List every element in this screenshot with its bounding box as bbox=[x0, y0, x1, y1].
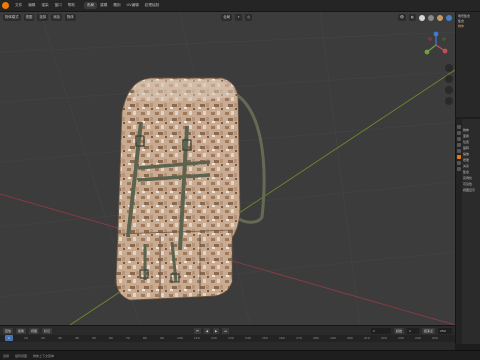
status-hint-context: 物体上下文菜单 bbox=[33, 353, 55, 358]
ruler-tick: 40 bbox=[75, 336, 79, 340]
status-hint-rotate: 旋转视图 bbox=[15, 353, 28, 358]
menu-object[interactable]: 物体 bbox=[64, 14, 76, 21]
menu-view[interactable]: 视图 bbox=[23, 14, 35, 21]
ruler-tick: 20 bbox=[41, 336, 45, 340]
render-tab-icon[interactable] bbox=[457, 131, 461, 135]
outliner-panel: 场景集合 集合 物体 bbox=[455, 12, 480, 117]
ruler-tick: 150 bbox=[262, 336, 268, 340]
menu-select[interactable]: 选择 bbox=[37, 14, 49, 21]
menu-file[interactable]: 文件 bbox=[12, 3, 25, 8]
outliner-row-object[interactable]: 物体 bbox=[456, 24, 480, 29]
scene-tab-icon[interactable] bbox=[457, 143, 461, 147]
viewport-header: 物体模式 视图 选择 添加 物体 全局 ⌖ ◎ 👁 ◐ bbox=[0, 12, 455, 23]
ruler-tick: 120 bbox=[211, 336, 217, 340]
ruler-tick: 60 bbox=[109, 336, 113, 340]
ruler-tick: 200 bbox=[347, 336, 353, 340]
top-menu-bar: 文件 编辑 渲染 窗口 帮助 布局 建模 雕刻 UV编辑 纹理绘制 bbox=[0, 0, 480, 12]
ruler-tick: 230 bbox=[398, 336, 404, 340]
jump-start-icon[interactable]: ⏮ bbox=[194, 327, 201, 334]
timeline-ruler[interactable]: 1 10 20 30 40 50 60 70 80 90 100 110 120… bbox=[0, 335, 455, 342]
material-shading-icon[interactable] bbox=[437, 14, 443, 21]
output-tab-icon[interactable] bbox=[457, 137, 461, 141]
viewport-scene bbox=[0, 12, 455, 325]
material-tab-icon[interactable] bbox=[457, 167, 461, 171]
start-frame-field[interactable]: 1 bbox=[406, 327, 419, 334]
status-bar: 选择 旋转视图 物体上下文菜单 bbox=[0, 350, 480, 360]
menu-edit[interactable]: 编辑 bbox=[25, 3, 38, 8]
workspace-tab-uv[interactable]: UV编辑 bbox=[124, 3, 142, 8]
ruler-tick: 160 bbox=[279, 336, 285, 340]
end-frame-label: 结束点 bbox=[421, 327, 435, 334]
viewport-navigation bbox=[444, 64, 453, 105]
ruler-tick: 80 bbox=[143, 336, 147, 340]
timeline-menu-marker[interactable]: 标记 bbox=[42, 327, 53, 334]
3d-viewport[interactable]: 物体模式 视图 选择 添加 物体 全局 ⌖ ◎ 👁 ◐ bbox=[0, 12, 455, 325]
mode-select[interactable]: 物体模式 bbox=[3, 14, 21, 21]
ruler-tick: 220 bbox=[381, 336, 387, 340]
ruler-tick: 10 bbox=[24, 336, 28, 340]
zoom-icon[interactable] bbox=[444, 64, 453, 72]
ruler-tick: 240 bbox=[415, 336, 421, 340]
object-tab-icon[interactable] bbox=[457, 155, 461, 159]
navigation-gizmo-icon[interactable] bbox=[421, 30, 451, 60]
timeline-menu-keying[interactable]: 抠像 bbox=[16, 327, 27, 334]
backpack-model[interactable] bbox=[115, 77, 266, 301]
overlay-icon[interactable]: ◐ bbox=[409, 14, 416, 21]
properties-content: 物体 变换 位置 旋转 缩放 增量 关系 集合 实例化 可见性 视图显示 bbox=[462, 119, 480, 344]
blender-logo-icon[interactable] bbox=[2, 2, 9, 9]
rendered-shading-icon[interactable] bbox=[446, 14, 452, 21]
snap-icon[interactable]: ⌖ bbox=[235, 14, 243, 21]
ruler-tick: 180 bbox=[313, 336, 319, 340]
play-icon[interactable]: ▶ bbox=[213, 327, 220, 334]
ruler-tick: 140 bbox=[245, 336, 251, 340]
menu-help[interactable]: 帮助 bbox=[65, 3, 78, 8]
properties-panel: 物体 变换 位置 旋转 缩放 增量 关系 集合 实例化 可见性 视图显示 bbox=[455, 119, 480, 344]
ruler-tick: 110 bbox=[194, 336, 200, 340]
ruler-tick: 210 bbox=[364, 336, 370, 340]
proportional-edit-icon[interactable]: ◎ bbox=[245, 14, 253, 21]
transform-orientation[interactable]: 全局 bbox=[221, 14, 233, 21]
ruler-tick: 90 bbox=[160, 336, 164, 340]
start-frame-label: 起始 bbox=[393, 327, 404, 334]
modifier-tab-icon[interactable] bbox=[457, 161, 461, 165]
playhead[interactable]: 1 bbox=[5, 335, 13, 341]
menu-window[interactable]: 窗口 bbox=[52, 3, 65, 8]
timeline-menu-view[interactable]: 视图 bbox=[29, 327, 40, 334]
timeline-editor: 回放 抠像 视图 标记 ⏮ ◀ ▶ ⏭ 1 起始 1 结束点 250 1 10 … bbox=[0, 325, 455, 350]
world-tab-icon[interactable] bbox=[457, 149, 461, 153]
ruler-tick: 130 bbox=[228, 336, 234, 340]
grid-icon[interactable] bbox=[444, 97, 453, 105]
ruler-tick: 70 bbox=[126, 336, 130, 340]
visibility-icon[interactable]: 👁 bbox=[397, 14, 406, 21]
ruler-tick: 50 bbox=[92, 336, 96, 340]
blender-app: 文件 编辑 渲染 窗口 帮助 布局 建模 雕刻 UV编辑 纹理绘制 物体模式 视… bbox=[0, 0, 480, 360]
ruler-tick: 250 bbox=[432, 336, 438, 340]
workspace-tab-modeling[interactable]: 建模 bbox=[97, 3, 110, 8]
menu-add[interactable]: 添加 bbox=[51, 14, 62, 21]
ruler-tick: 100 bbox=[177, 336, 183, 340]
timeline-header: 回放 抠像 视图 标记 ⏮ ◀ ▶ ⏭ 1 起始 1 结束点 250 bbox=[0, 326, 455, 335]
ruler-tick: 30 bbox=[58, 336, 62, 340]
tool-tab-icon[interactable] bbox=[457, 125, 461, 129]
wireframe-shading-icon[interactable] bbox=[419, 14, 425, 21]
solid-shading-icon[interactable] bbox=[428, 14, 434, 21]
ruler-tick: 190 bbox=[330, 336, 336, 340]
end-frame-field[interactable]: 250 bbox=[438, 327, 452, 334]
workspace-tab-layout[interactable]: 布局 bbox=[83, 2, 98, 9]
prop-viewport-display[interactable]: 视图显示 bbox=[462, 187, 480, 193]
play-reverse-icon[interactable]: ◀ bbox=[203, 327, 211, 334]
current-frame-field[interactable]: 1 bbox=[370, 327, 391, 334]
menu-render[interactable]: 渲染 bbox=[38, 3, 51, 8]
jump-end-icon[interactable]: ⏭ bbox=[222, 327, 230, 334]
status-hint-select: 选择 bbox=[3, 353, 10, 358]
workspace-tab-sculpting[interactable]: 雕刻 bbox=[110, 3, 123, 8]
camera-icon[interactable] bbox=[444, 86, 453, 94]
workspace-tab-texture[interactable]: 纹理绘制 bbox=[142, 3, 162, 8]
hand-icon[interactable] bbox=[444, 75, 453, 83]
timeline-menu-playback[interactable]: 回放 bbox=[3, 327, 14, 334]
ruler-tick: 170 bbox=[296, 336, 302, 340]
